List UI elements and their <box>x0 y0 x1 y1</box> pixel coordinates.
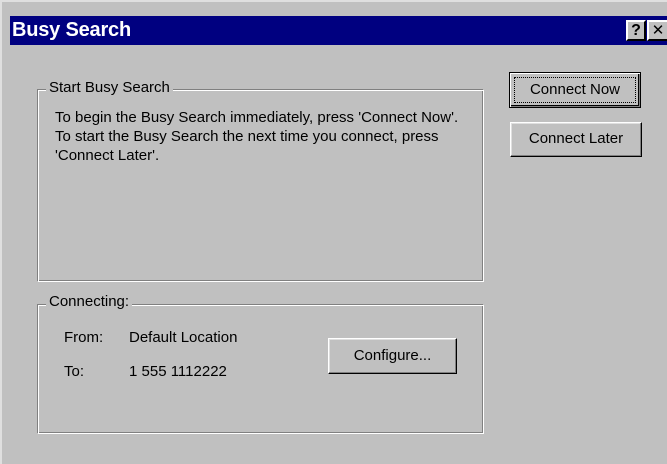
close-icon: ✕ <box>651 21 665 39</box>
to-label: To: <box>64 363 85 380</box>
help-button[interactable]: ? <box>626 20 646 41</box>
from-value: Default Location <box>129 329 238 346</box>
focus-rectangle <box>514 77 636 103</box>
connect-later-button[interactable]: Connect Later <box>510 122 642 157</box>
from-label: From: <box>64 329 104 346</box>
to-value: 1 555 1112222 <box>129 363 227 380</box>
connect-later-label: Connect Later <box>528 130 624 147</box>
configure-label: Configure... <box>353 347 432 364</box>
connecting-legend: Connecting: <box>46 293 133 311</box>
configure-button[interactable]: Configure... <box>328 338 457 374</box>
help-icon: ? <box>631 22 641 39</box>
start-description: To begin the Busy Search immediately, pr… <box>55 109 459 164</box>
title-bar[interactable]: Busy Search ? ✕ <box>10 16 667 45</box>
window-title: Busy Search <box>12 19 131 41</box>
start-busy-search-legend: Start Busy Search <box>46 79 173 97</box>
close-button[interactable]: ✕ <box>647 20 667 41</box>
busy-search-dialog: Busy Search ? ✕ Start Busy Search To beg… <box>0 0 667 464</box>
